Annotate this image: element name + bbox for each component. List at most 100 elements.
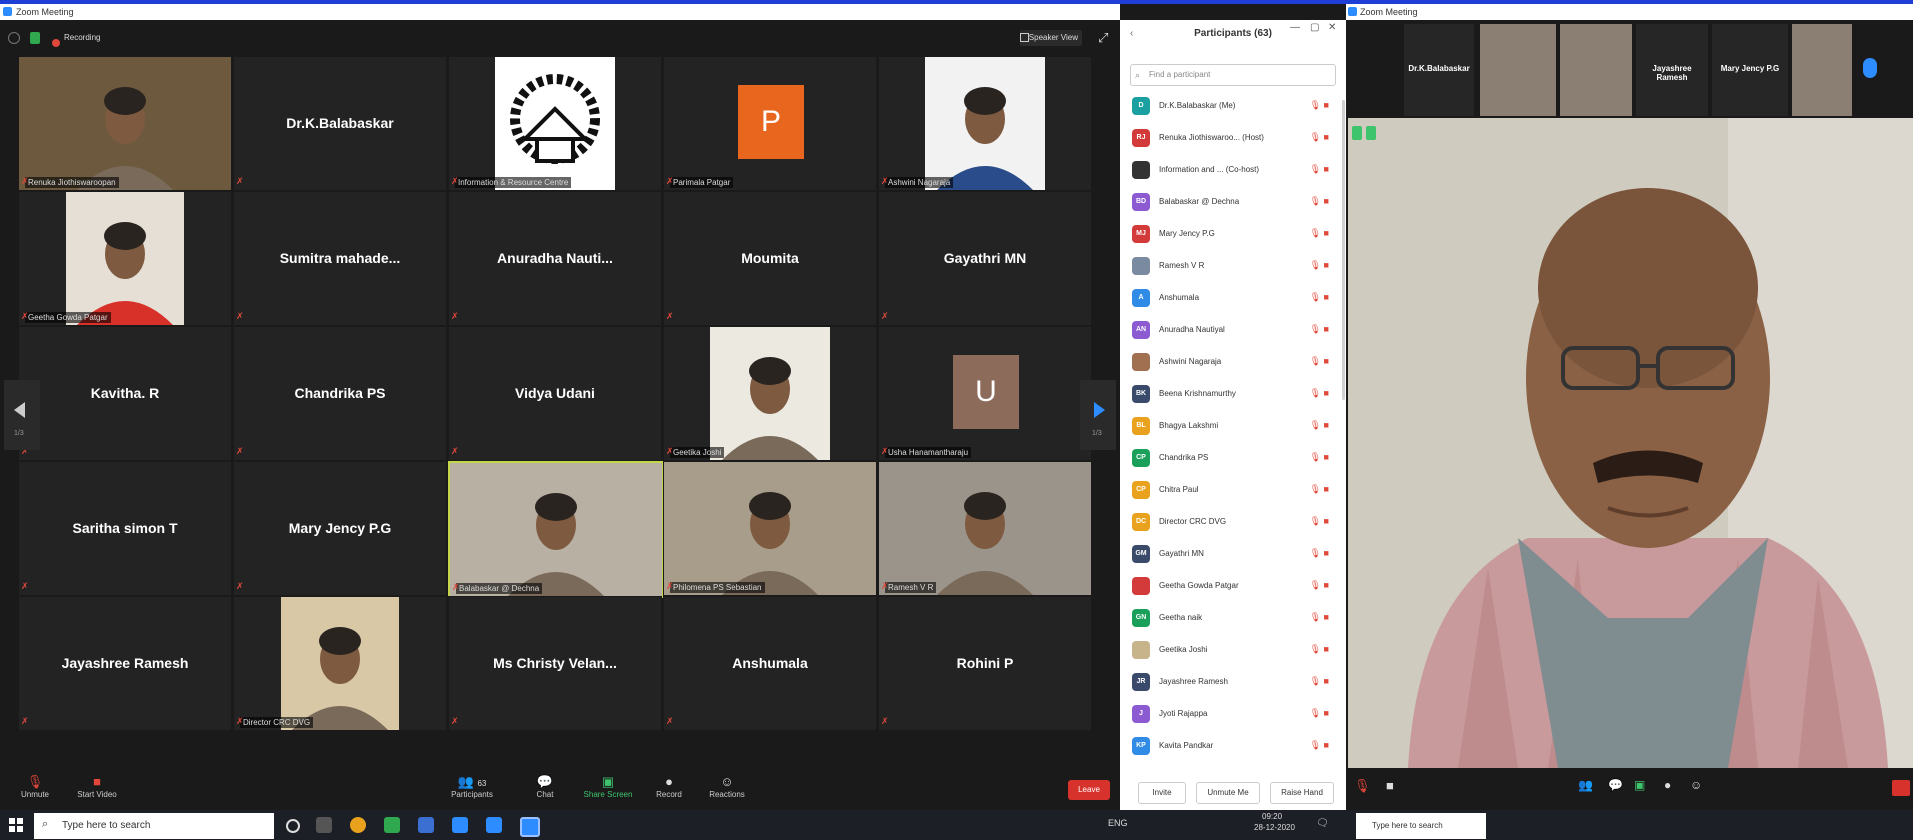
video-tile[interactable]: U Usha Hanamantharaju ✗ [878, 326, 1092, 461]
video-tile[interactable]: Moumita ✗ [663, 191, 877, 326]
next-thumbnails-button[interactable] [1863, 58, 1877, 78]
raise-hand-button[interactable]: Raise Hand [1270, 782, 1334, 804]
chat-button[interactable]: 💬 Chat [510, 774, 580, 799]
mic-muted-icon: ✗ [236, 581, 244, 591]
start-video-button[interactable]: ■ Start Video [62, 774, 132, 799]
mic-video-status-icon: 🎙 ■ [1309, 676, 1329, 686]
participant-name: Ramesh V R [1159, 261, 1205, 270]
video-tile[interactable]: Chandrika PS ✗ [233, 326, 447, 461]
leave-button[interactable]: Leave [1068, 780, 1110, 800]
video-tile[interactable]: Geetha Gowda Patgar ✗ [18, 191, 232, 326]
video-tile[interactable]: Ramesh V R ✗ [878, 461, 1092, 596]
thumbnail-tile[interactable]: Jayashree Ramesh [1636, 24, 1708, 116]
invite-button[interactable]: Invite [1138, 782, 1186, 804]
participant-row[interactable]: MJ Mary Jency P.G 🎙 ■ [1132, 222, 1337, 246]
thumbnail-tile[interactable]: Dr.K.Balabaskar [1404, 24, 1474, 116]
participant-row[interactable]: Geetha Gowda Patgar 🎙 ■ [1132, 574, 1337, 598]
video-tile[interactable]: Mary Jency P.G ✗ [233, 461, 447, 596]
participant-row[interactable]: Ramesh V R 🎙 ■ [1132, 254, 1337, 278]
video-tile[interactable]: Philomena PS Sebastian ✗ [663, 461, 877, 596]
video-tile[interactable]: Anshumala ✗ [663, 596, 877, 731]
participant-row[interactable]: KP Kavita Pandkar 🎙 ■ [1132, 734, 1337, 758]
app-icon[interactable] [384, 817, 400, 833]
share-screen-icon[interactable]: ▣ [1634, 778, 1645, 792]
unmute-me-button[interactable]: Unmute Me [1196, 782, 1260, 804]
share-screen-button[interactable]: ▣ Share Screen [573, 774, 643, 799]
participants-icon[interactable]: 👥 [1578, 778, 1593, 792]
thumbnail-tile[interactable] [1480, 24, 1556, 116]
video-tile[interactable]: Gayathri MN ✗ [878, 191, 1092, 326]
video-tile[interactable]: Information & Resource Centre ✗ [448, 56, 662, 191]
unmute-button[interactable]: 🎙 Unmute [0, 774, 70, 799]
video-tile[interactable]: Dr.K.Balabaskar ✗ [233, 56, 447, 191]
participant-row[interactable]: J Jyoti Rajappa 🎙 ■ [1132, 702, 1337, 726]
video-tile[interactable]: Jayashree Ramesh ✗ [18, 596, 232, 731]
chrome-icon[interactable] [350, 817, 366, 833]
scrollbar[interactable] [1342, 100, 1345, 400]
next-page-button[interactable]: 1/3 [1080, 380, 1116, 450]
video-tile[interactable]: P Parimala Patgar ✗ [663, 56, 877, 191]
start-icon[interactable] [9, 818, 23, 832]
participant-row[interactable]: A Anshumala 🎙 ■ [1132, 286, 1337, 310]
maximize-icon[interactable]: ▢ [1310, 22, 1319, 33]
app-icon[interactable] [418, 817, 434, 833]
participant-row[interactable]: BK Beena Krishnamurthy 🎙 ■ [1132, 382, 1337, 406]
participant-row[interactable]: Information and ... (Co-host) 🎙 ■ [1132, 158, 1337, 182]
thumbnail-tile[interactable] [1792, 24, 1852, 116]
mic-muted-icon[interactable]: 🎙 [1354, 778, 1371, 794]
find-participant-input[interactable]: Find a participant [1130, 64, 1336, 86]
tray-lang: ENG [1108, 818, 1128, 828]
video-tile[interactable]: Director CRC DVG ✗ [233, 596, 447, 731]
participant-row[interactable]: AN Anuradha Nautiyal 🎙 ■ [1132, 318, 1337, 342]
leave-button[interactable] [1892, 780, 1910, 796]
cortana-icon[interactable] [286, 819, 300, 833]
video-tile[interactable]: Balabaskar @ Dechna ✗ [448, 461, 664, 598]
fullscreen-icon[interactable]: ⤢ [1098, 30, 1108, 46]
participant-row[interactable]: BD Balabaskar @ Dechna 🎙 ■ [1132, 190, 1337, 214]
participant-row[interactable]: GM Gayathri MN 🎙 ■ [1132, 542, 1337, 566]
video-tile[interactable]: Kavitha. R ✗ [18, 326, 232, 461]
participants-button[interactable]: 👥 63 Participants [437, 774, 507, 799]
participant-row[interactable]: D Dr.K.Balabaskar (Me) 🎙 ■ [1132, 94, 1337, 118]
video-tile[interactable]: Saritha simon T ✗ [18, 461, 232, 596]
record-icon[interactable]: ● [1664, 778, 1671, 792]
second-taskbar-search-input[interactable]: Type here to search [1356, 813, 1486, 839]
thumbnail-tile[interactable] [1560, 24, 1632, 116]
mic-muted-icon: ✗ [881, 176, 889, 186]
speaker-view-button[interactable]: Speaker View [1020, 30, 1082, 46]
prev-page-button[interactable]: 1/3 [4, 380, 40, 450]
participant-row[interactable]: DC Director CRC DVG 🎙 ■ [1132, 510, 1337, 534]
video-tile[interactable]: Ashwini Nagaraja ✗ [878, 56, 1092, 191]
notifications-icon[interactable]: 🗨 [1316, 818, 1329, 829]
video-tile[interactable]: Vidya Udani ✗ [448, 326, 662, 461]
chat-icon[interactable]: 💬 [1608, 778, 1623, 792]
video-tile[interactable]: Renuka Jiothiswaroopan ✗ [18, 56, 232, 191]
participant-row[interactable]: CP Chitra Paul 🎙 ■ [1132, 478, 1337, 502]
participant-row[interactable]: RJ Renuka Jiothiswaroo... (Host) 🎙 ■ [1132, 126, 1337, 150]
reactions-button[interactable]: ☺ Reactions [692, 774, 762, 799]
app-icon[interactable] [452, 817, 468, 833]
participant-row[interactable]: GN Geetha naik 🎙 ■ [1132, 606, 1337, 630]
participant-video [19, 57, 231, 190]
video-tile[interactable]: Rohini P ✗ [878, 596, 1092, 731]
reactions-icon[interactable]: ☺ [1690, 778, 1702, 792]
zoom-taskbar-icon[interactable] [520, 817, 540, 837]
participant-row[interactable]: Geetika Joshi 🎙 ■ [1132, 638, 1337, 662]
video-tile[interactable]: Geetika Joshi ✗ [663, 326, 877, 461]
participant-row[interactable]: BL Bhagya Lakshmi 🎙 ■ [1132, 414, 1337, 438]
app-icon[interactable] [486, 817, 502, 833]
participant-row[interactable]: JR Jayashree Ramesh 🎙 ■ [1132, 670, 1337, 694]
participant-row[interactable]: Ashwini Nagaraja 🎙 ■ [1132, 350, 1337, 374]
taskbar-search-input[interactable]: ⌕ Type here to search [34, 813, 274, 839]
video-tile[interactable]: Ms Christy Velan... ✗ [448, 596, 662, 731]
video-tile[interactable]: Anuradha Nauti... ✗ [448, 191, 662, 326]
video-icon[interactable]: ■ [1386, 778, 1394, 793]
task-view-icon[interactable] [316, 817, 332, 833]
info-icon[interactable] [8, 32, 20, 44]
shield-icon[interactable] [30, 32, 40, 44]
close-icon[interactable]: ✕ [1328, 22, 1336, 33]
video-tile[interactable]: Sumitra mahade... ✗ [233, 191, 447, 326]
thumbnail-tile[interactable]: Mary Jency P.G [1712, 24, 1788, 116]
minimize-icon[interactable]: — [1290, 22, 1300, 33]
participant-row[interactable]: CP Chandrika PS 🎙 ■ [1132, 446, 1337, 470]
